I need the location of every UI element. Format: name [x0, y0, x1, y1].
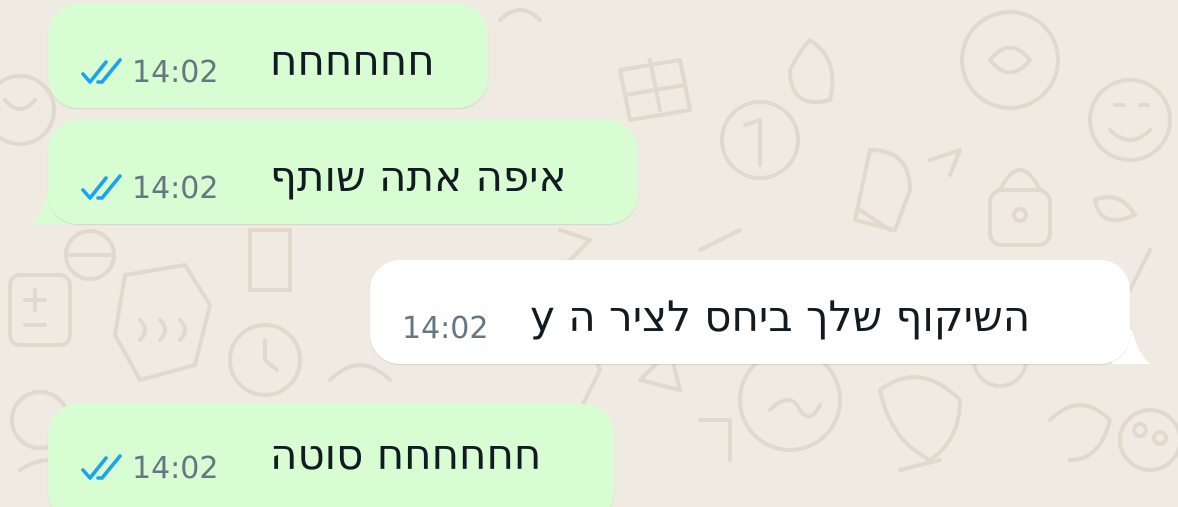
message-text: איפה אתה שותף	[270, 152, 567, 201]
message-timestamp: 14:02	[132, 171, 219, 206]
message-timestamp: 14:02	[132, 451, 219, 486]
message-text: השיקוף שלך ביחס לציר ה y	[530, 292, 1031, 341]
message-text: חחחחחח סוטה	[270, 430, 542, 479]
message-bubble-incoming[interactable]: 14:02 השיקוף שלך ביחס לציר ה y	[370, 260, 1130, 364]
double-check-read-icon	[81, 58, 122, 84]
message-bubble-outgoing[interactable]: 14:02 חחחחחח	[48, 4, 488, 108]
message-timestamp: 14:02	[402, 311, 489, 346]
message-bubble-outgoing[interactable]: 14:02 חחחחחח סוטה	[48, 404, 614, 507]
double-check-read-icon	[81, 174, 122, 200]
message-timestamp: 14:02	[132, 55, 219, 90]
message-text: חחחחחח	[270, 36, 435, 85]
double-check-read-icon	[81, 454, 122, 480]
message-bubble-outgoing[interactable]: 14:02 איפה אתה שותף	[48, 120, 638, 224]
